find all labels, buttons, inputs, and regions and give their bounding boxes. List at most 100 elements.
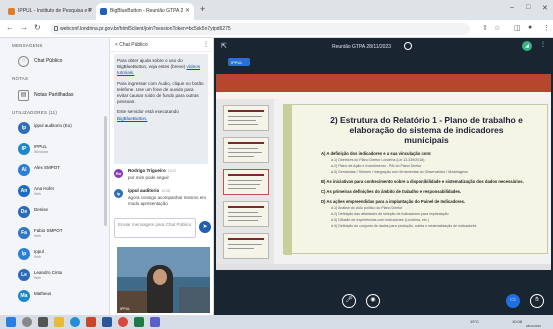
user-list-item[interactable]: An Ana Hofer Web [0, 183, 105, 201]
user-list-item[interactable]: Al Alex SMPOT [0, 162, 105, 180]
send-message-button[interactable]: ➤ [199, 221, 211, 233]
sidebar-icon[interactable]: ◫ [514, 24, 521, 32]
chat-icon: ◌ [18, 56, 29, 67]
bigbluebutton-link[interactable]: BigBlueButton. [117, 116, 147, 121]
minimize-button[interactable]: – [510, 4, 514, 11]
maximize-button[interactable]: □ [526, 4, 530, 11]
message-author: Rodrigo Trigueiro 10:07 [128, 168, 177, 173]
file-explorer-icon[interactable] [54, 317, 64, 327]
notes-icon: ▤ [18, 90, 29, 101]
url-field[interactable]: webconf.londrina.pr.gov.br/html5client/j… [50, 23, 470, 35]
slide-bullet: d.1) Análise do ciclo político do Plano … [331, 206, 403, 210]
slide-thumbnail[interactable] [223, 105, 269, 131]
slide-thumbnail[interactable] [223, 137, 269, 163]
slide-bullet: C) As primeiras definições do âmbito de … [321, 189, 462, 194]
excel-icon[interactable] [134, 317, 144, 327]
slide-thumbnail[interactable] [223, 201, 269, 227]
background-furniture [179, 287, 210, 313]
powerpoint-toolbar [216, 92, 551, 99]
avatar: IP [18, 143, 30, 155]
user-client: Web [34, 276, 42, 280]
message-author: ippul auditorio 10:08 [128, 188, 171, 193]
chat-back-button[interactable]: < Chat Público [115, 42, 148, 48]
ippul-favicon-icon [8, 8, 15, 15]
user-list-item[interactable]: Ip ippul auditorio (Eu) [0, 120, 105, 138]
shared-notes-item[interactable]: ▤ Notas Partilhadas [0, 88, 110, 104]
slide-bullet: d.4) Definição do conjunto de dados para… [331, 224, 477, 228]
user-list-item[interactable]: Fa Fabio SMPOT Web [0, 225, 105, 243]
user-list-item[interactable]: Ip Ippul Web [0, 246, 105, 264]
user-name: Ippul [34, 249, 44, 254]
edge-icon[interactable] [70, 317, 80, 327]
meeting-options-icon[interactable]: ⋮ [540, 41, 546, 48]
search-icon[interactable] [22, 317, 32, 327]
avatar: Ma [18, 290, 30, 302]
message-text: por mim pode seguir [128, 175, 170, 180]
user-list-item[interactable]: Ma Matheus [0, 288, 105, 306]
slide-thumbnail[interactable] [223, 233, 269, 259]
public-chat-item[interactable]: ◌ Chat Público [0, 54, 110, 70]
user-name: Alex SMPOT [34, 165, 61, 170]
clock-date[interactable]: 28/11/2023 [526, 324, 541, 328]
slide-bullet: B) As iniciativas para conhecimento sobr… [321, 179, 524, 184]
raise-hand-icon[interactable]: ✋︎ [530, 294, 544, 308]
users-scrollbar[interactable] [104, 116, 107, 226]
users-section-title: UTILIZADORES (11) [12, 110, 58, 115]
welcome-text-1: Para obter ajuda sobre o uso do BigBlueB… [117, 58, 186, 70]
slide-bullet: a.1) Diretrizes do Plano Diretor Londrin… [331, 158, 425, 162]
avatar: Ip [114, 189, 123, 198]
chat-message-input[interactable]: Enviar mensagem para Chat Público [114, 218, 196, 238]
webcam-video[interactable]: IPPUL [117, 247, 210, 313]
close-window-button[interactable]: ✕ [542, 4, 548, 12]
user-name: Denise [34, 207, 49, 212]
user-name: IPPUL [34, 144, 48, 149]
browser-tab-ippul[interactable]: IPPUL - Instituto de Pesquisa e P ✕ [4, 3, 96, 20]
powerpoint-icon[interactable] [86, 317, 96, 327]
teams-icon[interactable] [150, 317, 160, 327]
user-client: Windows [34, 150, 49, 154]
avatar: Fa [18, 227, 30, 239]
powerpoint-window: 2) Estrutura do Relatório 1 - Plano de t… [216, 74, 551, 270]
back-arrow-icon[interactable]: ← [6, 23, 14, 32]
notes-section-title: NOTAS [12, 76, 29, 81]
profile-icon[interactable]: ● [528, 24, 532, 31]
close-tab-icon[interactable]: ✕ [185, 7, 190, 14]
welcome-text-3: Este servidor está executando [117, 109, 179, 115]
camera-icon[interactable]: ◉ [366, 294, 380, 308]
forward-arrow-icon[interactable]: → [20, 23, 28, 32]
user-name: Leandro Cintu [34, 270, 63, 275]
chrome-icon[interactable] [118, 317, 128, 327]
reload-icon[interactable]: ↻ [34, 23, 41, 32]
avatar: Al [18, 164, 30, 176]
slide-bullet: a.2) Plano de Ação e Investimento - PAI … [331, 164, 422, 168]
weather-label[interactable]: 19°C [470, 319, 479, 324]
clock-time[interactable]: 10:08 [512, 319, 522, 324]
task-view-icon[interactable] [38, 317, 48, 327]
slide-thumbnail[interactable] [223, 169, 269, 195]
webcam-name-label: IPPUL [120, 307, 131, 311]
word-icon[interactable] [102, 317, 112, 327]
url-text: webconf.londrina.pr.gov.br/html5client/j… [60, 26, 231, 32]
avatar: Ip [18, 248, 30, 260]
share-icon[interactable]: ⇧ [482, 24, 488, 32]
toggle-users-icon[interactable]: ⇱ [221, 42, 227, 50]
microphone-icon[interactable]: 🎤︎ [342, 294, 356, 308]
user-list-item[interactable]: De Denise [0, 204, 105, 222]
chat-options-icon[interactable]: ⋮ [203, 41, 209, 48]
screen-share-icon[interactable]: ▭ [506, 294, 520, 308]
browser-tab-bigbluebutton[interactable]: BigBlueButton - Reunião GTPA 2 ✕ [96, 3, 194, 20]
connection-status-icon[interactable]: ◢ [522, 41, 532, 51]
browser-menu-icon[interactable]: ⋮ [543, 24, 550, 32]
bookmark-star-icon[interactable]: ☆ [494, 24, 500, 32]
windows-start-icon[interactable] [6, 317, 16, 327]
powerpoint-ribbon [216, 74, 551, 92]
browser-tab-bar: IPPUL - Instituto de Pesquisa e P ✕ BigB… [0, 0, 553, 20]
user-list-item[interactable]: Le Leandro Cintu Web [0, 267, 105, 285]
close-tab-icon[interactable]: ✕ [87, 7, 92, 14]
user-list-item[interactable]: IP IPPUL Windows [0, 141, 105, 159]
record-icon[interactable] [404, 42, 412, 50]
presentation-area: ⇱ Reunião GTPA 28/11/2023 ◢ ⋮ IPPUL 2) E… [214, 38, 553, 315]
bigbluebutton-favicon-icon [100, 8, 107, 15]
new-tab-button[interactable]: + [200, 4, 205, 14]
avatar: Ip [18, 122, 30, 134]
